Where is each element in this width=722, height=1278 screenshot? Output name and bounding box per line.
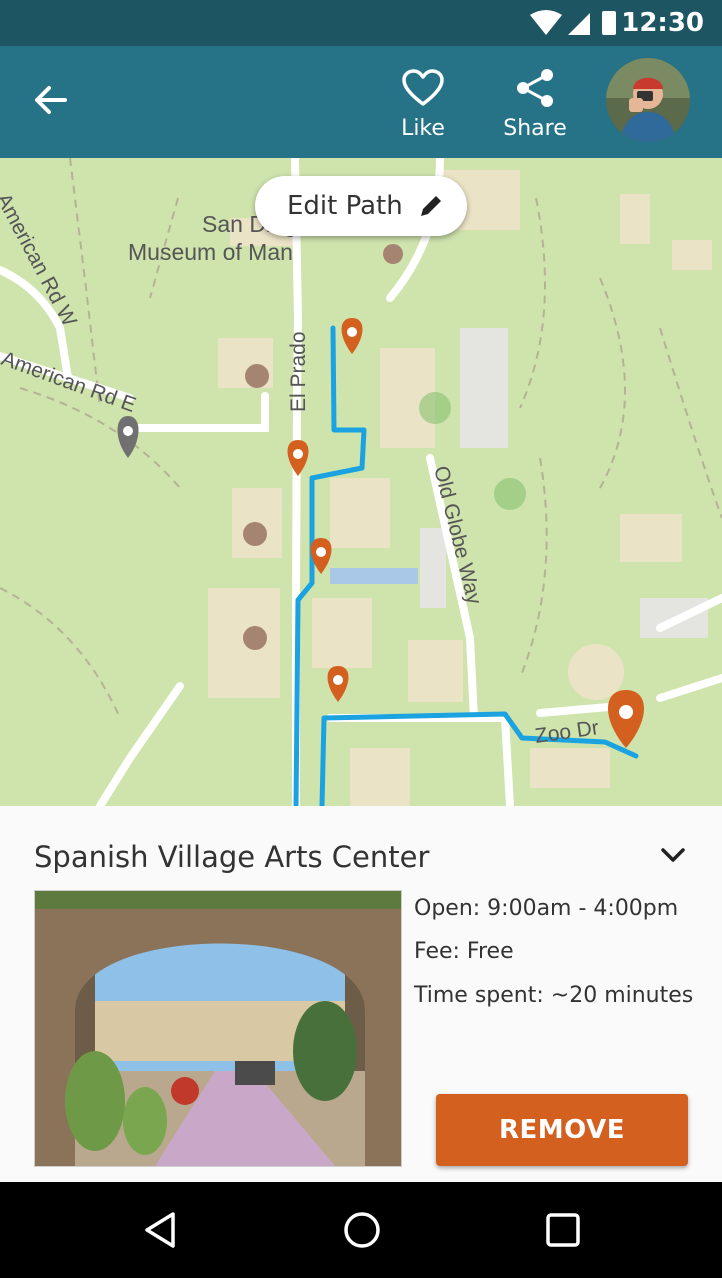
edit-path-label: Edit Path	[287, 191, 403, 221]
like-label: Like	[401, 116, 445, 141]
edit-path-button[interactable]: Edit Path	[255, 176, 467, 236]
map-view[interactable]: San Diego Museum of Man American Rd W Am…	[0, 158, 722, 806]
start-pin[interactable]	[117, 416, 139, 458]
map-pond	[330, 568, 418, 584]
label-american-rd-e: American Rd E	[0, 347, 139, 417]
label-museum-of-man: Museum of Man	[128, 239, 293, 265]
entry-fee: Fee: Free	[414, 939, 514, 964]
share-button[interactable]: Share	[490, 68, 580, 141]
place-photo-image	[35, 891, 401, 1166]
app-bar: Like Share	[0, 46, 722, 158]
clock: 12:30	[621, 8, 704, 38]
avatar[interactable]	[606, 58, 690, 142]
status-bar: 12:30	[0, 0, 722, 46]
wifi-signal-battery-icon	[530, 10, 616, 35]
like-button[interactable]: Like	[378, 68, 468, 141]
chevron-down-icon	[661, 848, 685, 862]
label-el-prado: El Prado	[287, 331, 310, 412]
nav-back-button[interactable]	[135, 1204, 187, 1256]
heart-icon	[402, 69, 444, 106]
circle-home-icon	[344, 1212, 380, 1248]
label-american-rd-w: American Rd W	[0, 190, 81, 331]
place-title: Spanish Village Arts Center	[34, 840, 430, 874]
map-canvas: San Diego Museum of Man American Rd W Am…	[0, 158, 722, 806]
pencil-icon	[421, 196, 441, 216]
share-label: Share	[503, 116, 567, 141]
back-button[interactable]	[24, 74, 76, 126]
remove-button[interactable]: REMOVE	[436, 1094, 688, 1166]
nav-recents-button[interactable]	[537, 1204, 589, 1256]
opening-hours: Open: 9:00am - 4:00pm	[414, 896, 679, 921]
share-icon	[517, 69, 553, 107]
square-recents-icon	[546, 1213, 580, 1247]
nav-home-button[interactable]	[336, 1204, 388, 1256]
time-spent: Time spent: ~20 minutes	[414, 983, 694, 1008]
place-photo	[34, 890, 402, 1167]
place-detail-sheet: Spanish Village Arts Center Open: 9:00am…	[0, 806, 722, 1182]
user-avatar-image	[606, 58, 690, 142]
system-nav-bar	[0, 1182, 722, 1278]
stop-pin-1[interactable]	[341, 318, 363, 354]
stop-pin-4[interactable]	[327, 666, 349, 702]
status-icons	[528, 9, 618, 42]
stop-pin-2[interactable]	[287, 440, 309, 476]
selected-pin[interactable]	[608, 690, 644, 748]
collapse-button[interactable]	[658, 840, 688, 870]
arrow-left-icon	[35, 86, 67, 114]
triangle-back-icon	[145, 1212, 175, 1248]
